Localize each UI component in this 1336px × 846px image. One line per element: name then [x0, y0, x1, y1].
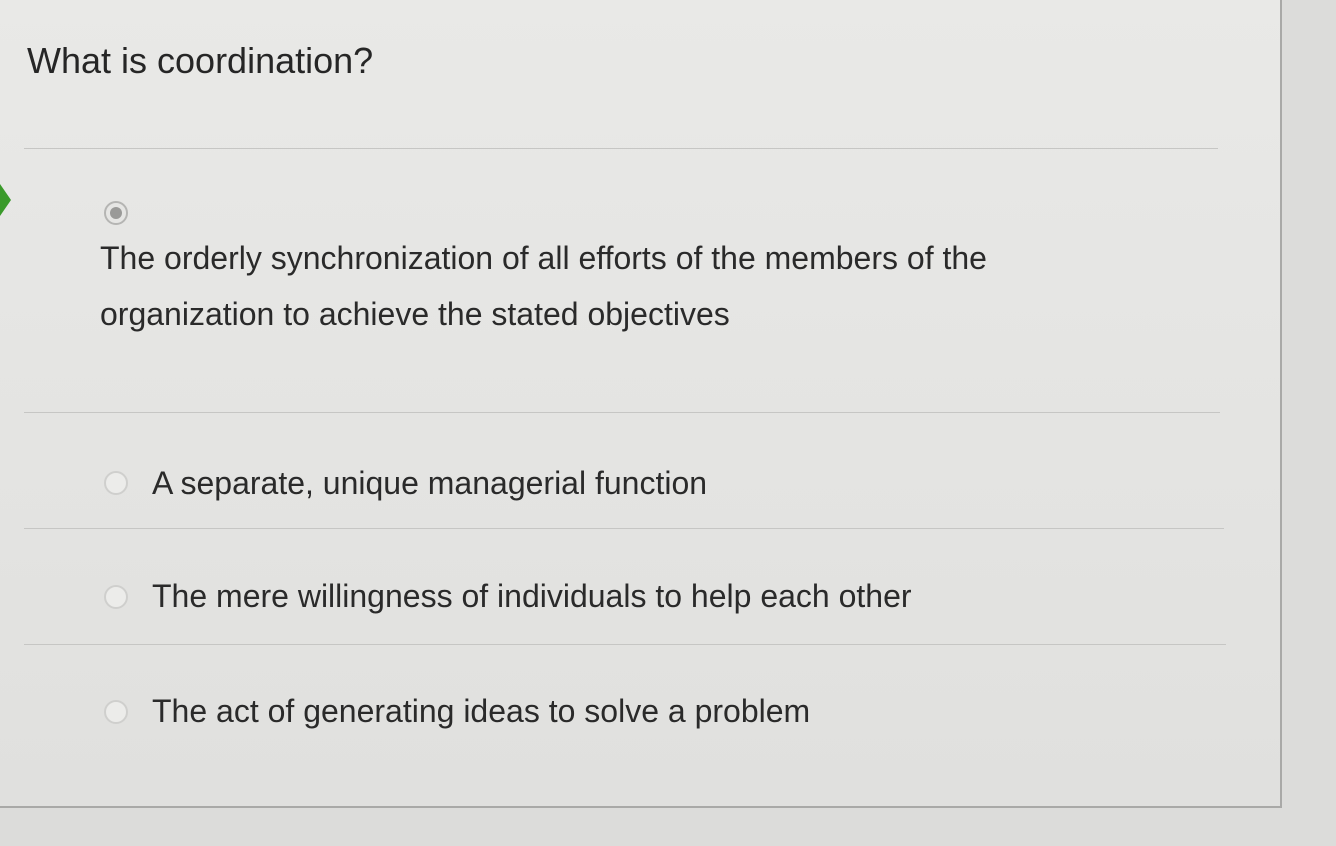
answer-option-label: The mere willingness of individuals to h…: [152, 578, 912, 614]
radio-button-checked[interactable]: [104, 201, 128, 225]
divider: [24, 528, 1224, 529]
answer-option-label: A separate, unique managerial function: [152, 465, 708, 501]
answer-option-label: The orderly synchronization of all effor…: [100, 240, 987, 332]
divider: [24, 412, 1220, 413]
radio-button[interactable]: [104, 585, 128, 609]
question-panel: What is coordination? The orderly synchr…: [0, 0, 1282, 808]
radio-button[interactable]: [104, 471, 128, 495]
question-title: What is coordination?: [27, 40, 374, 81]
selected-answer-indicator-icon: [0, 184, 11, 216]
divider: [24, 148, 1218, 149]
answer-option-label: The act of generating ideas to solve a p…: [152, 693, 811, 729]
divider: [24, 644, 1226, 645]
radio-button[interactable]: [104, 700, 128, 724]
